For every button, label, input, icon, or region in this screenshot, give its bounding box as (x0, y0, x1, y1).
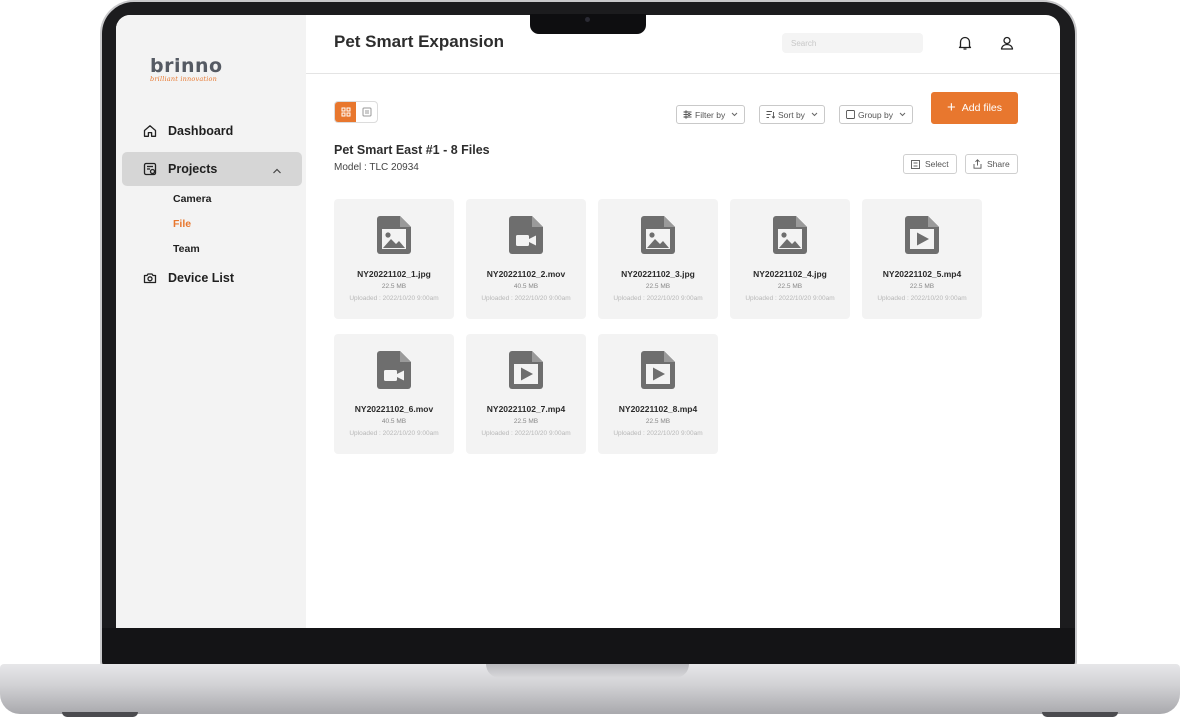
group-label: Group by (858, 109, 893, 120)
select-button[interactable]: Select (903, 154, 957, 174)
file-name: NY20221102_6.mov (354, 404, 434, 414)
bell-icon[interactable] (957, 35, 973, 51)
list-view-button[interactable] (356, 102, 377, 122)
group-dropdown[interactable]: Group by (839, 105, 913, 124)
main-content: Pet Smart Expansion Search Filter by Sor… (306, 15, 1060, 628)
video-file-icon (377, 351, 411, 389)
list-icon (362, 104, 372, 122)
grid-view-button[interactable] (335, 102, 356, 122)
filter-icon (683, 110, 692, 119)
logo-tagline: brilliant innovation (150, 75, 218, 83)
sidebar-item-label: Device List (168, 271, 235, 285)
user-icon[interactable] (999, 35, 1015, 51)
file-name: NY20221102_8.mp4 (618, 404, 698, 414)
sidebar-subitem-camera[interactable]: Camera (173, 193, 212, 205)
video-file-icon (509, 216, 543, 254)
file-card[interactable]: NY20221102_8.mp4 22.5 MB Uploaded : 2022/1… (598, 334, 718, 454)
file-upload-date: Uploaded : 2022/10/20 9:00am (481, 430, 571, 437)
chevron-down-icon (811, 112, 818, 117)
filter-label: Filter by (695, 109, 726, 120)
share-label: Share (987, 159, 1010, 169)
file-upload-date: Uploaded : 2022/10/20 9:00am (877, 295, 967, 302)
filter-dropdown[interactable]: Filter by (676, 105, 746, 124)
play-file-icon (905, 216, 939, 254)
sidebar-item-projects[interactable]: Projects (122, 152, 302, 186)
play-file-icon (509, 351, 543, 389)
file-card[interactable]: NY20221102_5.mp4 22.5 MB Uploaded : 2022/1… (862, 199, 982, 319)
plus-icon: + (946, 98, 956, 116)
app-screen: brinno brilliant innovation Dashboard Pr… (116, 15, 1060, 628)
file-card[interactable]: NY20221102_1.jpg 22.5 MB Uploaded : 2022/1… (334, 199, 454, 319)
add-files-label: Add files (961, 102, 1003, 114)
file-upload-date: Uploaded : 2022/10/20 9:00am (613, 430, 703, 437)
file-size: 22.5 MB (909, 283, 935, 290)
sidebar-subitem-file[interactable]: File (173, 218, 191, 230)
file-card[interactable]: NY20221102_4.jpg 22.5 MB Uploaded : 2022/1… (730, 199, 850, 319)
file-size: 40.5 MB (513, 283, 539, 290)
laptop-opening-groove (486, 664, 689, 678)
image-file-icon (377, 216, 411, 254)
view-mode-toggle (334, 101, 378, 123)
grid-icon (341, 104, 351, 122)
file-upload-date: Uploaded : 2022/10/20 9:00am (349, 430, 439, 437)
file-upload-date: Uploaded : 2022/10/20 9:00am (481, 295, 571, 302)
chevron-up-icon[interactable] (272, 164, 282, 178)
file-name: NY20221102_2.mov (486, 269, 566, 279)
page-title: Pet Smart Expansion (334, 32, 505, 51)
sidebar-item-label: Projects (168, 162, 218, 176)
sidebar-item-label: Dashboard (168, 124, 234, 138)
camera-icon (143, 271, 157, 285)
sort-label: Sort by (778, 109, 805, 120)
file-upload-date: Uploaded : 2022/10/20 9:00am (349, 295, 439, 302)
file-card[interactable]: NY20221102_6.mov 40.5 MB Uploaded : 2022/1… (334, 334, 454, 454)
file-size: 22.5 MB (777, 283, 803, 290)
share-button[interactable]: Share (965, 154, 1018, 174)
image-file-icon (641, 216, 675, 254)
brinno-logo[interactable]: brinno brilliant innovation (150, 55, 223, 83)
file-name: NY20221102_7.mp4 (486, 404, 566, 414)
checkbox-icon (846, 110, 855, 119)
file-card[interactable]: NY20221102_2.mov 40.5 MB Uploaded : 2022/1… (466, 199, 586, 319)
chevron-down-icon (899, 112, 906, 117)
select-icon (911, 159, 920, 169)
select-label: Select (925, 159, 949, 169)
file-size: 22.5 MB (381, 283, 407, 290)
add-files-button[interactable]: + Add files (931, 92, 1018, 124)
sort-dropdown[interactable]: Sort by (759, 105, 825, 124)
file-upload-date: Uploaded : 2022/10/20 9:00am (613, 295, 703, 302)
sidebar: brinno brilliant innovation Dashboard Pr… (116, 15, 306, 628)
file-card[interactable]: NY20221102_7.mp4 22.5 MB Uploaded : 2022/1… (466, 334, 586, 454)
file-card[interactable]: NY20221102_3.jpg 22.5 MB Uploaded : 2022/1… (598, 199, 718, 319)
sort-icon (766, 110, 775, 119)
chevron-down-icon (731, 112, 738, 117)
projects-icon (143, 162, 157, 176)
share-icon (973, 159, 982, 169)
home-icon (143, 124, 157, 138)
sidebar-subitem-team[interactable]: Team (173, 243, 200, 255)
file-name: NY20221102_4.jpg (753, 269, 827, 279)
folder-title: Pet Smart East #1 - 8 Files (334, 143, 490, 157)
file-size: 22.5 MB (513, 418, 539, 425)
file-upload-date: Uploaded : 2022/10/20 9:00am (745, 295, 835, 302)
folder-model: Model : TLC 20934 (334, 162, 419, 173)
logo-wordmark: brinno (150, 55, 223, 77)
laptop-chin (102, 628, 1075, 666)
header-bar: Pet Smart Expansion (306, 15, 1060, 74)
file-name: NY20221102_3.jpg (621, 269, 695, 279)
sidebar-item-dashboard[interactable]: Dashboard (122, 114, 302, 148)
file-size: 22.5 MB (645, 418, 671, 425)
play-file-icon (641, 351, 675, 389)
image-file-icon (773, 216, 807, 254)
webcam (585, 17, 590, 22)
sidebar-item-device-list[interactable]: Device List (122, 261, 302, 295)
camera-notch (530, 14, 646, 34)
search-input[interactable] (782, 33, 923, 53)
file-size: 22.5 MB (645, 283, 671, 290)
file-size: 40.5 MB (381, 418, 407, 425)
file-name: NY20221102_5.mp4 (882, 269, 962, 279)
laptop-foot-right (1042, 712, 1118, 717)
file-name: NY20221102_1.jpg (357, 269, 431, 279)
laptop-foot-left (62, 712, 138, 717)
